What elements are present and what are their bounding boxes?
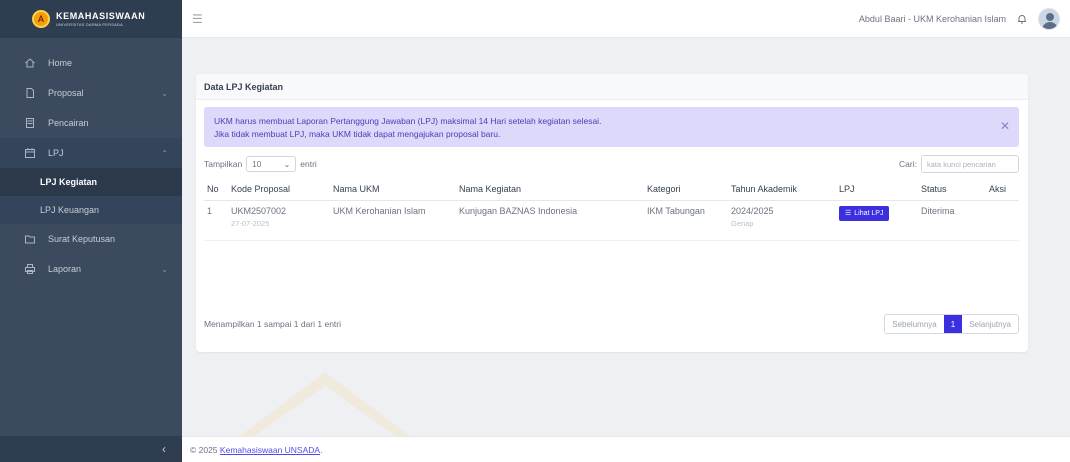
sidebar-item-label: Proposal [48, 88, 84, 98]
table-toolbar: Tampilkan 10 ⌄ entri Cari: [204, 154, 1019, 174]
view-lpj-button[interactable]: ☰ Lihat LPJ [839, 205, 890, 221]
table-info: Menampilkan 1 sampai 1 dari 1 entri [204, 319, 342, 329]
folder-icon [24, 233, 36, 245]
chevron-up-icon: ⌃ [161, 148, 168, 158]
column-header[interactable]: Aksi [986, 178, 1019, 201]
avatar[interactable] [1038, 7, 1060, 30]
cell-aksi [986, 200, 1019, 241]
sidebar-collapse-button[interactable]: ‹ [0, 436, 182, 462]
chevron-left-icon: ‹ [162, 442, 166, 456]
sidebar-item-label: Pencairan [48, 118, 89, 128]
cell-tanggal: 27-07-2025 [231, 218, 270, 228]
brand[interactable]: A KEMAHASISWAAN UNIVERSITAS DARMA PERSAD… [0, 0, 182, 38]
length-prefix: Tampilkan [204, 159, 243, 169]
footer-link[interactable]: Kemahasiswaan UNSADA [220, 445, 320, 455]
cell-kode-proposal: UKM2507002 [231, 205, 287, 216]
sidebar-item-proposal[interactable]: Proposal ⌄ [0, 78, 182, 108]
entries-select[interactable]: 10 ⌄ [246, 156, 297, 172]
cell-tahun-akademik: 2024/2025 [731, 205, 774, 216]
pagination-next[interactable]: Selanjutnya [962, 315, 1018, 333]
calculator-icon [24, 117, 36, 129]
table-footer: Menampilkan 1 sampai 1 dari 1 entri Sebe… [204, 314, 1019, 334]
pagination-prev[interactable]: Sebelumnya [885, 315, 943, 333]
sidebar-subitem-lpj-kegiatan[interactable]: LPJ Kegiatan [0, 168, 182, 196]
pagination: Sebelumnya 1 Selanjutnya [884, 314, 1019, 334]
search-label: Cari: [899, 159, 917, 169]
lpj-table: No Kode Proposal Nama UKM Nama Kegiatan … [204, 178, 1019, 241]
menu-toggle-icon[interactable]: ☰ [192, 12, 203, 26]
footer-prefix: © 2025 [190, 444, 218, 455]
sidebar-subitem-lpj-keuangan[interactable]: LPJ Keuangan [0, 196, 182, 224]
alert-line-1: UKM harus membuat Laporan Pertanggung Ja… [214, 116, 602, 126]
column-header[interactable]: Nama Kegiatan [456, 178, 644, 201]
column-header[interactable]: Kode Proposal [228, 178, 330, 201]
sidebar-nav: Home Proposal ⌄ Pencairan LPJ ⌃ LPJ Kegi… [0, 48, 182, 284]
sidebar-item-lpj[interactable]: LPJ ⌃ [0, 138, 182, 168]
file-icon [24, 87, 36, 99]
cell-kategori: IKM Tabungan [644, 200, 728, 241]
info-alert: UKM harus membuat Laporan Pertanggung Ja… [204, 107, 1019, 147]
chevron-down-icon: ⌄ [283, 159, 291, 169]
footer-suffix: . [320, 444, 323, 455]
chevron-down-icon: ⌄ [161, 264, 168, 274]
list-icon: ☰ [845, 210, 852, 217]
university-logo: A [32, 10, 50, 28]
sidebar-item-label: Surat Keputusan [48, 234, 116, 244]
cell-status: Diterima [918, 200, 986, 241]
page-footer: © 2025 Kemahasiswaan UNSADA. [182, 436, 1070, 462]
chevron-down-icon: ⌄ [161, 88, 168, 98]
entries-value: 10 [252, 159, 262, 169]
sidebar-item-laporan[interactable]: Laporan ⌄ [0, 254, 182, 284]
topbar: ☰ Abdul Baari - UKM Kerohanian Islam [182, 0, 1070, 38]
column-header[interactable]: Nama UKM [330, 178, 456, 201]
sidebar-item-label: Laporan [48, 264, 82, 274]
lpj-card: Data LPJ Kegiatan UKM harus membuat Lapo… [196, 74, 1028, 352]
cell-semester: Genap [731, 218, 754, 228]
alert-line-2: Jika tidak membuat LPJ, maka UKM tidak d… [214, 129, 501, 140]
sidebar-item-label: LPJ [48, 148, 64, 158]
brand-title: KEMAHASISWAAN [56, 10, 146, 21]
sidebar: A KEMAHASISWAAN UNIVERSITAS DARMA PERSAD… [0, 0, 182, 462]
printer-icon [24, 263, 36, 275]
column-header[interactable]: No [204, 178, 228, 201]
search-input[interactable] [921, 155, 1019, 173]
column-header[interactable]: Tahun Akademik [728, 178, 836, 201]
column-header[interactable]: LPJ [836, 178, 918, 201]
home-icon [24, 57, 36, 69]
cell-nama-ukm: UKM Kerohanian Islam [330, 200, 456, 241]
table-row: 1 UKM2507002 27-07-2025 UKM Kerohanian I… [204, 200, 1019, 241]
length-suffix: entri [300, 159, 317, 169]
column-header[interactable]: Status [918, 178, 986, 201]
sidebar-item-label: Home [48, 58, 73, 68]
user-name: Abdul Baari - UKM Kerohanian Islam [858, 13, 1006, 24]
close-icon[interactable]: ✕ [1000, 117, 1010, 136]
view-lpj-label: Lihat LPJ [854, 209, 884, 217]
sidebar-item-home[interactable]: Home [0, 48, 182, 78]
cell-no: 1 [204, 200, 228, 241]
bell-icon[interactable] [1016, 13, 1028, 25]
cell-nama-kegiatan: Kunjugan BAZNAS Indonesia [456, 200, 644, 241]
sidebar-item-surat-keputusan[interactable]: Surat Keputusan [0, 224, 182, 254]
brand-subtitle: UNIVERSITAS DARMA PERSADA [56, 21, 123, 27]
sidebar-item-pencairan[interactable]: Pencairan [0, 108, 182, 138]
pagination-page-1[interactable]: 1 [943, 315, 963, 333]
calendar-icon [24, 147, 36, 159]
table-header-row: No Kode Proposal Nama UKM Nama Kegiatan … [204, 178, 1019, 201]
column-header[interactable]: Kategori [644, 178, 728, 201]
card-title: Data LPJ Kegiatan [196, 74, 1028, 100]
